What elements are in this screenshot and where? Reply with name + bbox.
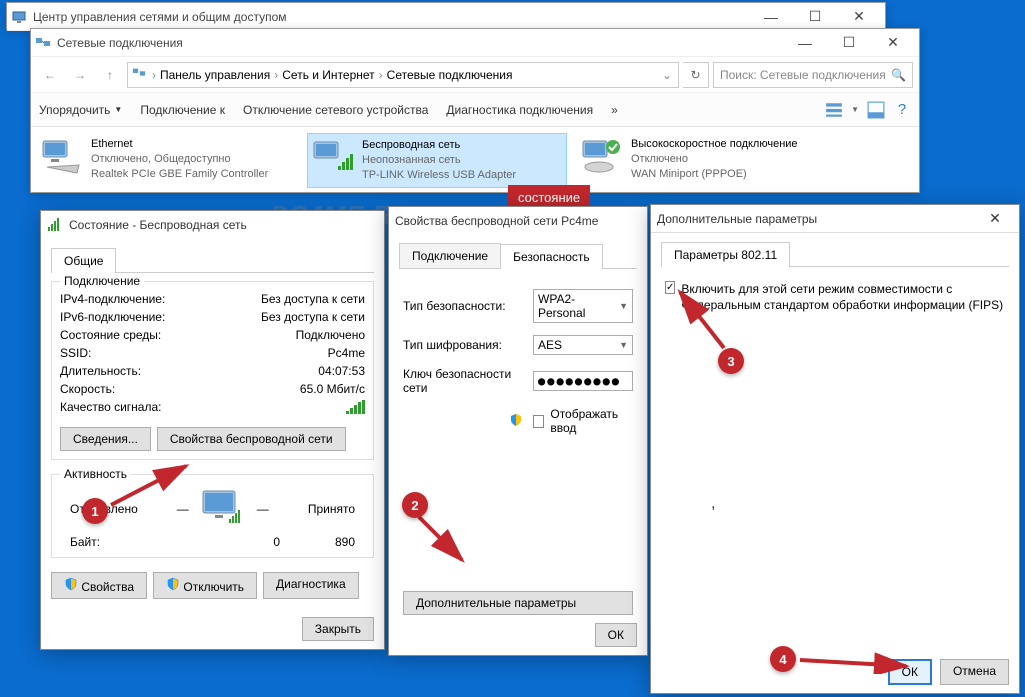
close-button[interactable]: ✕ <box>871 29 915 57</box>
search-input[interactable]: Поиск: Сетевые подключения 🔍 <box>713 62 913 88</box>
dialog-titlebar: Свойства беспроводной сети Pc4me <box>389 207 647 235</box>
properties-button[interactable]: Свойства <box>51 572 147 599</box>
tabs: Параметры 802.11 <box>661 241 1009 267</box>
wireless-properties-button[interactable]: Свойства беспроводной сети <box>157 427 346 451</box>
dialog-titlebar: Состояние - Беспроводная сеть <box>41 211 384 239</box>
window-title: Сетевые подключения <box>57 36 783 50</box>
arrow-4 <box>796 650 916 674</box>
connection-ethernet[interactable]: Ethernet Отключено, Общедоступно Realtek… <box>37 133 297 188</box>
wireless-icon <box>312 138 356 178</box>
pppoe-icon <box>581 137 625 177</box>
cancel-button[interactable]: Отмена <box>940 659 1009 685</box>
connection-pppoe[interactable]: Высокоскоростное подключение Отключено W… <box>577 133 837 188</box>
up-button[interactable]: ↑ <box>97 62 123 88</box>
tabs: Общие <box>51 247 374 273</box>
arrow-3 <box>672 286 732 356</box>
address-bar: ← → ↑ › Панель управления › Сеть и Интер… <box>31 57 919 93</box>
back-button[interactable]: ← <box>37 62 63 88</box>
shield-icon <box>166 577 180 591</box>
tab-general[interactable]: Общие <box>51 248 116 273</box>
tab-security[interactable]: Безопасность <box>500 244 603 269</box>
network-connections-icon <box>35 35 51 51</box>
advanced-settings-dialog: Дополнительные параметры ✕ Параметры 802… <box>650 204 1020 694</box>
disable-device-button[interactable]: Отключение сетевого устройства <box>243 103 428 117</box>
close-button[interactable]: ✕ <box>837 3 881 31</box>
connect-to-button[interactable]: Подключение к <box>140 103 225 117</box>
disable-button[interactable]: Отключить <box>153 572 257 599</box>
titlebar: Сетевые подключения — ☐ ✕ <box>31 29 919 57</box>
tabs: Подключение Безопасность <box>399 243 637 269</box>
tab-80211[interactable]: Параметры 802.11 <box>661 242 790 267</box>
help-icon[interactable]: ? <box>893 101 911 119</box>
ethernet-icon <box>41 137 85 177</box>
window-title: Центр управления сетями и общим доступом <box>33 10 749 24</box>
network-connections-window: Сетевые подключения — ☐ ✕ ← → ↑ › Панель… <box>30 28 920 193</box>
dialog-titlebar: Дополнительные параметры ✕ <box>651 205 1019 233</box>
security-key-input[interactable]: ●●●●●●●●● <box>533 371 633 391</box>
ok-button[interactable]: ОК <box>595 623 637 647</box>
wireless-properties-dialog: Свойства беспроводной сети Pc4me Подключ… <box>388 206 648 656</box>
breadcrumb-item[interactable]: Панель управления <box>158 68 272 82</box>
breadcrumb[interactable]: › Панель управления › Сеть и Интернет › … <box>127 62 679 88</box>
connection-wireless[interactable]: Беспроводная сеть Неопознанная сеть TP-L… <box>307 133 567 188</box>
encryption-type-combo[interactable]: AES▼ <box>533 335 633 355</box>
diagnose-button[interactable]: Диагностика подключения <box>446 103 593 117</box>
close-button[interactable]: Закрыть <box>302 617 374 641</box>
connections-list: Ethernet Отключено, Общедоступно Realtek… <box>31 127 919 194</box>
tab-connection[interactable]: Подключение <box>399 243 501 268</box>
refresh-button[interactable]: ↻ <box>683 62 709 88</box>
security-type-combo[interactable]: WPA2-Personal▼ <box>533 289 633 323</box>
view-icon[interactable] <box>825 101 843 119</box>
wireless-icon <box>47 217 63 233</box>
callout-badge-4: 4 <box>770 646 796 672</box>
organize-menu[interactable]: Упорядочить ▼ <box>39 103 122 117</box>
details-pane-icon[interactable] <box>867 101 885 119</box>
advanced-settings-button[interactable]: Дополнительные параметры <box>403 591 633 615</box>
close-button[interactable]: ✕ <box>977 205 1013 233</box>
breadcrumb-item[interactable]: Сеть и Интернет <box>280 68 376 82</box>
maximize-button[interactable]: ☐ <box>827 29 871 57</box>
shield-icon <box>509 413 523 427</box>
overflow-button[interactable]: » <box>611 103 618 117</box>
network-center-window: Центр управления сетями и общим доступом… <box>6 2 886 30</box>
dropdown-icon[interactable]: ⌄ <box>660 68 674 82</box>
maximize-button[interactable]: ☐ <box>793 3 837 31</box>
status-dialog: Состояние - Беспроводная сеть Общие Подк… <box>40 210 385 650</box>
command-bar: Упорядочить ▼ Подключение к Отключение с… <box>31 93 919 127</box>
connection-group: Подключение IPv4-подключение:Без доступа… <box>51 281 374 460</box>
minimize-button[interactable]: — <box>783 29 827 57</box>
network-icon <box>132 66 146 83</box>
arrow-1 <box>106 460 196 510</box>
shield-icon <box>64 577 78 591</box>
activity-monitor-icon <box>199 489 247 529</box>
callout-badge-1: 1 <box>82 498 108 524</box>
diagnose-button[interactable]: Диагностика <box>263 572 359 599</box>
callout-badge-2: 2 <box>402 492 428 518</box>
arrow-2 <box>414 514 474 569</box>
breadcrumb-item[interactable]: Сетевые подключения <box>385 68 515 82</box>
forward-button[interactable]: → <box>67 62 93 88</box>
minimize-button[interactable]: — <box>749 3 793 31</box>
signal-bars-icon <box>346 400 365 414</box>
details-button[interactable]: Сведения... <box>60 427 151 451</box>
callout-badge-3: 3 <box>718 348 744 374</box>
network-center-icon <box>11 9 27 25</box>
search-icon: 🔍 <box>891 68 906 82</box>
show-chars-checkbox[interactable]: Отображать ввод <box>533 407 633 435</box>
titlebar: Центр управления сетями и общим доступом… <box>7 3 885 31</box>
